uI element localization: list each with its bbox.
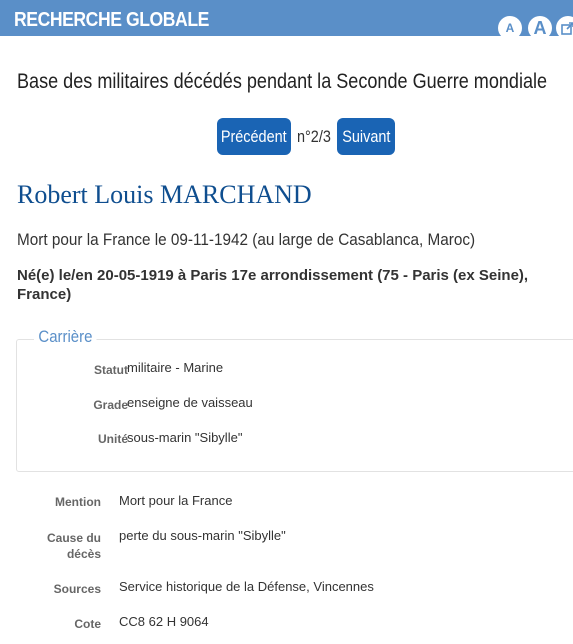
record-counter-text: n°2/3 xyxy=(296,126,331,146)
status-value: militaire - Marine xyxy=(127,360,224,375)
record-pager: Précédent n°2/3 Suivant xyxy=(217,118,395,155)
birth-info: Né(e) le/en 20-05-1919 à Paris 17e arron… xyxy=(17,267,529,303)
next-button[interactable]: Suivant xyxy=(336,118,395,155)
cote-value: CC8 62 H 9064 xyxy=(119,614,209,629)
database-title: Base des militaires décédés pendant la S… xyxy=(17,70,548,93)
person-name: Robert Louis MARCHAND xyxy=(17,180,312,209)
mention-value: Mort pour la France xyxy=(119,493,233,508)
grade-label: Grade xyxy=(93,398,128,412)
previous-button[interactable]: Précédent xyxy=(217,118,291,155)
next-label: Suivant xyxy=(341,126,390,146)
grade-value: enseigne de vaisseau xyxy=(127,395,253,410)
sources-value: Service historique de la Défense, Vincen… xyxy=(119,579,374,594)
death-cause-value: perte du sous-marin "Sibylle" xyxy=(119,528,286,543)
decrease-font-button[interactable]: A xyxy=(498,16,522,40)
unit-value: sous-marin "Sibylle" xyxy=(127,430,243,445)
unit-label: Unité xyxy=(98,432,128,446)
share-button[interactable] xyxy=(556,16,573,40)
share-icon xyxy=(561,22,573,35)
increase-font-button[interactable]: A xyxy=(528,16,552,40)
section-title: RECHERCHE GLOBALE xyxy=(14,9,209,31)
mention-label: Mention xyxy=(55,495,101,509)
font-large-label: A xyxy=(533,17,547,38)
career-legend: Carrière xyxy=(34,327,97,347)
font-small-label: A xyxy=(505,21,515,35)
career-panel: Statut militaire - Marine Grade enseigne… xyxy=(16,339,573,472)
previous-label: Précédent xyxy=(221,126,287,146)
death-cause-label: Cause du décès xyxy=(46,531,101,561)
cote-label: Cote xyxy=(74,617,101,631)
record-counter: n°2/3 xyxy=(294,127,334,147)
top-bar: RECHERCHE GLOBALE xyxy=(0,0,573,36)
death-info: Mort pour la France le 09-11-1942 (au la… xyxy=(17,230,476,249)
sources-label: Sources xyxy=(53,582,101,596)
status-label: Statut xyxy=(94,363,128,377)
